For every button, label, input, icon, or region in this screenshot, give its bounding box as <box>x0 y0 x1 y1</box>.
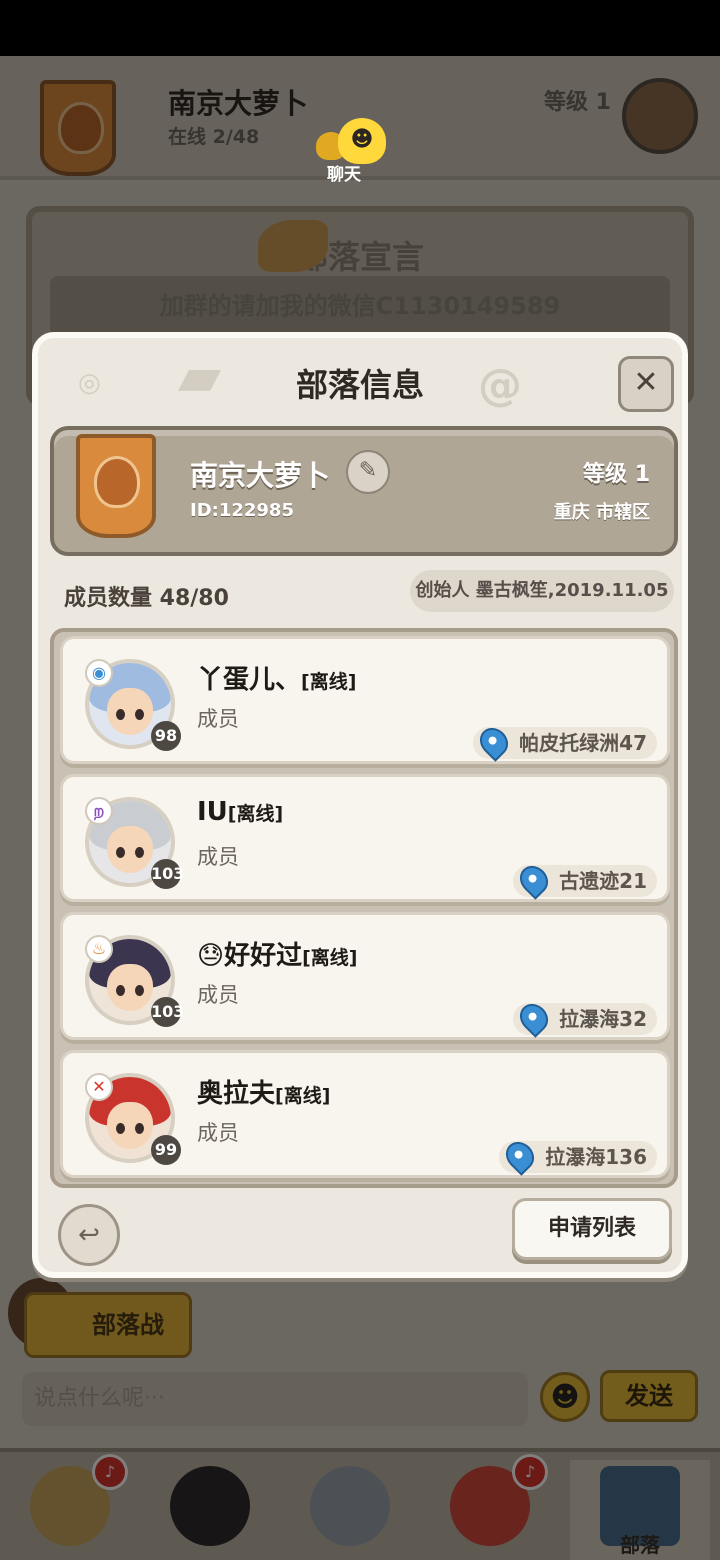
tribe-id: ID:122985 <box>190 500 294 521</box>
tribe-name: 南京大萝卜 <box>190 459 331 492</box>
fire-class-icon: ♨ <box>85 935 113 963</box>
close-button[interactable]: ✕ <box>618 356 674 412</box>
tribe-level: 等级 1 <box>583 462 650 487</box>
member-location: 拉瀑海136 <box>499 1136 657 1176</box>
member-list[interactable]: ◉ 98 丫蛋儿、[离线] 成员 帕皮托绿洲47 ற 103 IU[离线] 成员… <box>50 628 678 1188</box>
member-location: 拉瀑海32 <box>513 998 657 1038</box>
location-pin-icon <box>514 998 554 1038</box>
return-arrow-icon[interactable]: ↩ <box>58 1204 120 1266</box>
member-location: 古遗迹21 <box>513 860 657 900</box>
member-count: 成员数量 48/80 <box>64 586 229 611</box>
chat-button[interactable]: ☻ 聊天 <box>312 116 392 185</box>
shadow-class-icon: ற <box>85 797 113 825</box>
water-class-icon: ◉ <box>85 659 113 687</box>
member-level: 98 <box>151 721 181 751</box>
tribe-region: 重庆 市辖区 <box>553 502 650 523</box>
member-name: 😓好好过[离线] <box>197 941 358 971</box>
member-avatar: ♨ 103 <box>85 935 184 1029</box>
member-name: 奥拉夫[离线] <box>197 1079 331 1109</box>
member-role: 成员 <box>197 845 239 869</box>
sweat-emoji-icon: 😓 <box>197 941 225 971</box>
location-pin-icon <box>514 860 554 900</box>
member-status: [离线] <box>301 671 357 693</box>
location-pin-icon <box>500 1136 541 1176</box>
member-status: [离线] <box>227 803 284 825</box>
tribe-info-modal: ◎ ▰ @ 部落信息 ✕ 南京大萝卜 ✎ ID:122985 等级 1 重庆 市… <box>32 332 688 1278</box>
member-level: 103 <box>151 859 184 889</box>
tribe-banner-icon <box>76 434 156 538</box>
founder-info: 创始人 墨古枫笙,2019.11.05 <box>410 570 674 612</box>
member-row[interactable]: ◉ 98 丫蛋儿、[离线] 成员 帕皮托绿洲47 <box>60 636 670 764</box>
member-row[interactable]: ற 103 IU[离线] 成员 古遗迹21 <box>60 774 670 902</box>
member-avatar: ✕ 99 <box>85 1073 181 1167</box>
member-name: 丫蛋儿、[离线] <box>197 665 357 695</box>
edit-pencil-icon[interactable]: ✎ <box>346 450 390 494</box>
member-status: [离线] <box>302 947 358 969</box>
warrior-class-icon: ✕ <box>85 1073 113 1101</box>
member-role: 成员 <box>197 707 239 731</box>
member-level: 99 <box>151 1135 181 1165</box>
apply-list-button[interactable]: 申请列表 <box>512 1198 672 1260</box>
member-location: 帕皮托绿洲47 <box>473 722 657 762</box>
modal-title: 部落信息 <box>295 366 424 404</box>
location-pin-icon <box>474 722 514 762</box>
member-row[interactable]: ✕ 99 奥拉夫[离线] 成员 拉瀑海136 <box>60 1050 670 1178</box>
member-name: IU[离线] <box>197 797 284 827</box>
member-avatar: ற 103 <box>85 797 184 891</box>
chat-bubble-face-icon: ☻ <box>338 118 386 164</box>
member-avatar: ◉ 98 <box>85 659 181 753</box>
member-row[interactable]: ♨ 103 😓好好过[离线] 成员 拉瀑海32 <box>60 912 670 1040</box>
member-level: 103 <box>151 997 184 1027</box>
member-role: 成员 <box>197 983 239 1007</box>
member-role: 成员 <box>197 1121 239 1145</box>
chat-label: 聊天 <box>327 165 361 185</box>
member-status: [离线] <box>275 1085 331 1107</box>
tribe-card: 南京大萝卜 ✎ ID:122985 等级 1 重庆 市辖区 <box>50 426 678 556</box>
